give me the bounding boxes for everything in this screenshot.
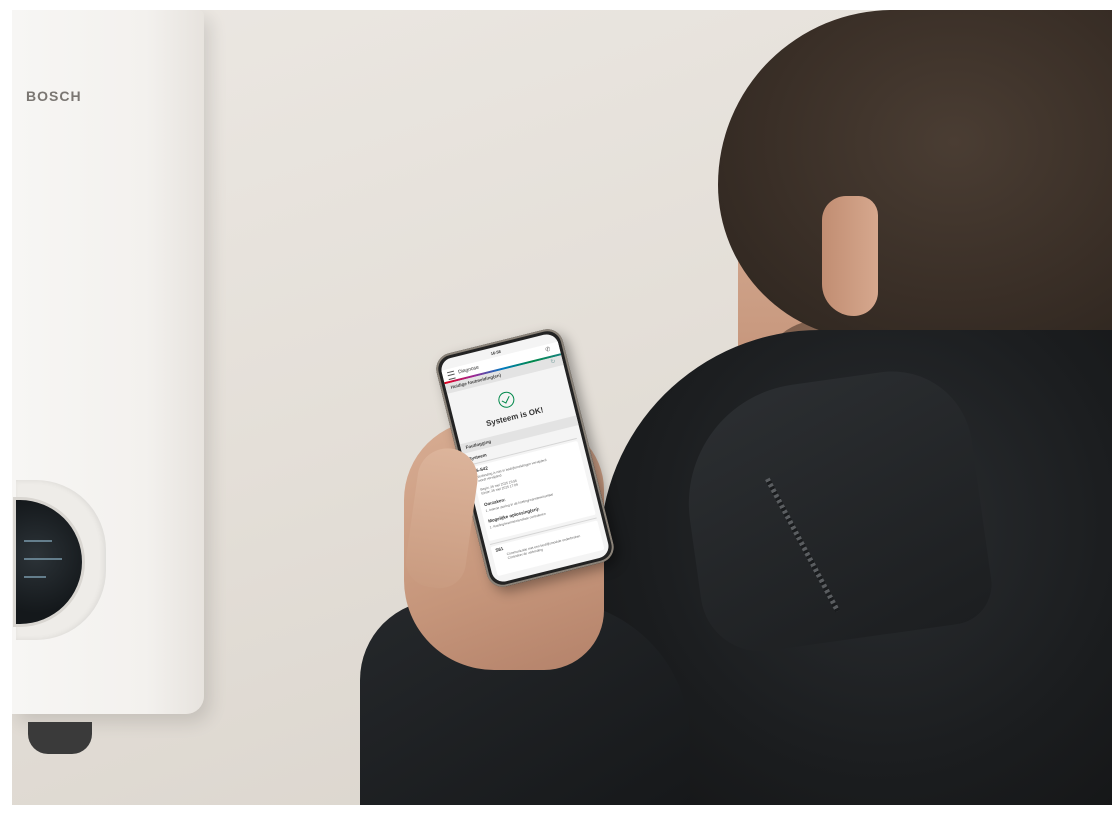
refresh-icon[interactable]: ↻: [550, 358, 556, 366]
history-label: Foutlogging: [465, 438, 492, 450]
display-segment: [24, 558, 62, 560]
frame-edge: [0, 0, 12, 813]
display-segment: [24, 576, 46, 578]
frame-edge: [0, 0, 1112, 10]
photo-scene: BOSCH 16:58 Diagnose ✆ Huidige foutmeldi…: [0, 0, 1112, 813]
boiler-pipe-connector: [28, 722, 92, 754]
display-segment: [24, 540, 52, 542]
next-fault-code: S61: [494, 546, 504, 553]
person-ear: [822, 196, 878, 316]
boiler-brand-logo: BOSCH: [26, 88, 82, 104]
frame-edge: [0, 805, 1112, 813]
check-mark: [501, 394, 510, 404]
person-hair: [718, 10, 1112, 340]
phone-icon[interactable]: ✆: [545, 346, 551, 354]
check-circle-icon: [496, 390, 517, 410]
boiler-unit: BOSCH: [12, 10, 204, 754]
